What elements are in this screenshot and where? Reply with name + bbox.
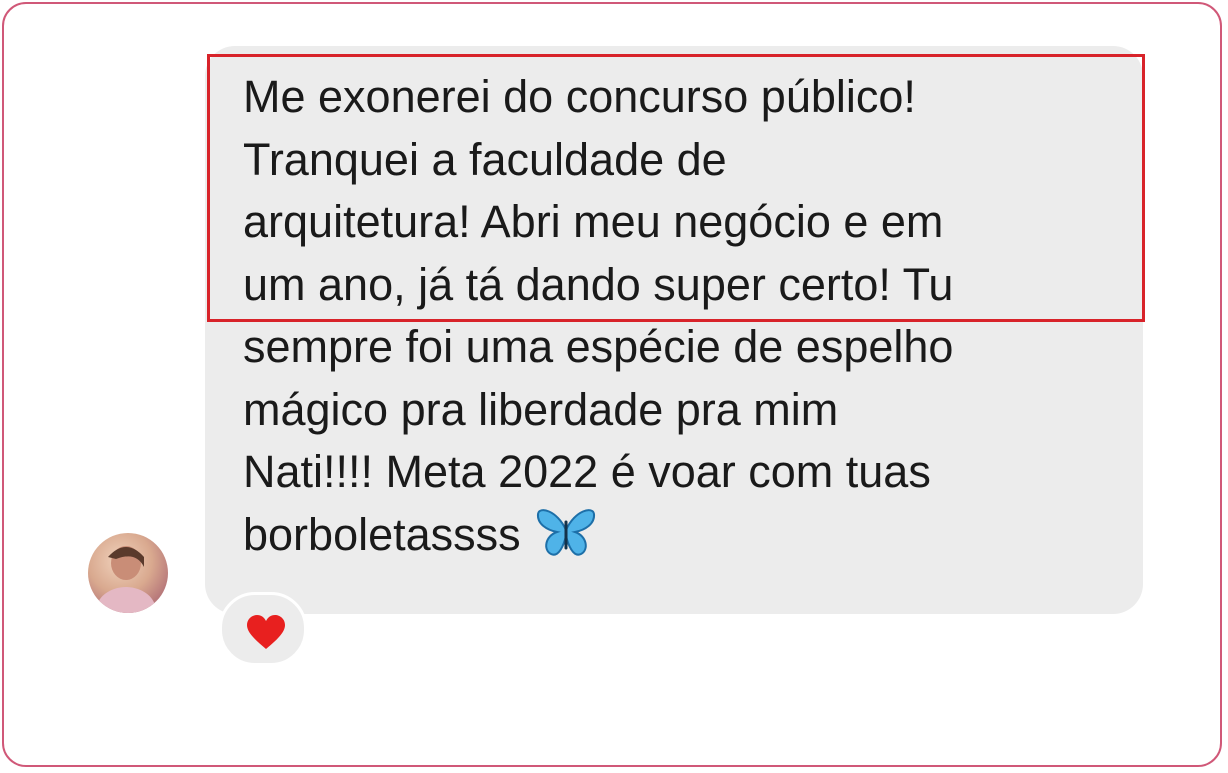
message-line: borboletassss: [243, 508, 521, 560]
heart-icon: [247, 615, 285, 649]
message-line: sempre foi uma espécie de espelho: [243, 321, 954, 372]
message-line-last: borboletassss: [243, 504, 1123, 567]
highlight-box: [207, 54, 1145, 322]
message-line: Nati!!!! Meta 2022 é voar com tuas: [243, 446, 931, 497]
avatar[interactable]: [88, 533, 168, 613]
message-line: mágico pra liberdade pra mim: [243, 383, 839, 435]
butterfly-icon: [536, 508, 595, 556]
reaction-badge[interactable]: [219, 592, 307, 666]
